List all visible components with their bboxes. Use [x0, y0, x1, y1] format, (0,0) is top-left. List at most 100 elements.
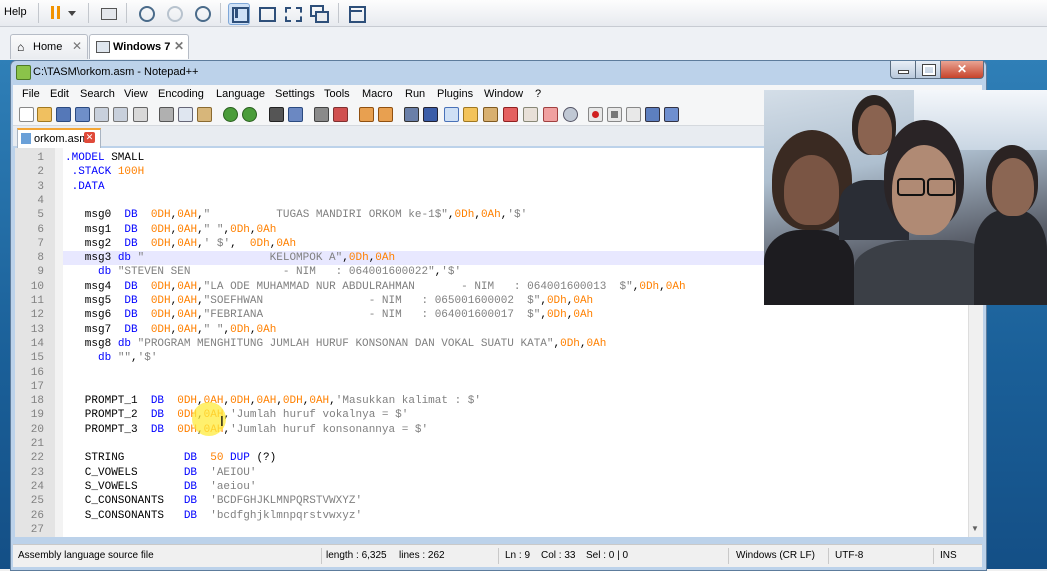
menu-help[interactable]: ? — [535, 88, 541, 100]
line-number: 7 — [37, 237, 44, 250]
undo-icon[interactable] — [223, 107, 238, 122]
folder-as-workspace-icon[interactable] — [523, 107, 538, 122]
line-number: 22 — [30, 452, 44, 465]
sync-horizontal-icon[interactable] — [378, 107, 393, 122]
snapshot-manager-icon[interactable] — [192, 3, 212, 23]
menu-edit[interactable]: Edit — [50, 88, 69, 100]
maximize-button[interactable] — [915, 61, 941, 79]
line-number: 12 — [30, 309, 44, 322]
menu-settings[interactable]: Settings — [275, 88, 315, 100]
monitoring-icon[interactable] — [563, 107, 578, 122]
tab-windows-7[interactable]: Windows 7 ✕ — [89, 34, 189, 59]
sync-vertical-icon[interactable] — [359, 107, 374, 122]
redo-icon[interactable] — [242, 107, 257, 122]
status-file-type: Assembly language source file — [18, 550, 154, 561]
menu-language[interactable]: Language — [216, 88, 265, 100]
maximize-icon — [922, 64, 936, 76]
menu-tools[interactable]: Tools — [324, 88, 350, 100]
document-map-icon[interactable] — [483, 107, 498, 122]
close-file-icon[interactable] — [94, 107, 109, 122]
toolbar-separator — [38, 3, 39, 23]
menu-file[interactable]: File — [22, 88, 40, 100]
document-tab[interactable]: orkom.asm ✕ — [17, 128, 101, 148]
save-macro-icon[interactable] — [664, 107, 679, 122]
save-all-icon[interactable] — [75, 107, 90, 122]
line-number: 8 — [37, 252, 44, 265]
zoom-out-icon[interactable] — [333, 107, 348, 122]
close-button[interactable]: ✕ — [940, 61, 984, 79]
find-icon[interactable] — [269, 107, 284, 122]
word-wrap-icon[interactable] — [404, 107, 419, 122]
open-file-icon[interactable] — [37, 107, 52, 122]
close-all-icon[interactable] — [113, 107, 128, 122]
menu-run[interactable]: Run — [405, 88, 425, 100]
line-number: 19 — [30, 409, 44, 422]
snapshot-icon[interactable] — [136, 3, 156, 23]
status-ln: Ln : 9 — [505, 550, 531, 561]
menu-window[interactable]: Window — [484, 88, 523, 100]
status-mode: INS — [940, 550, 957, 561]
scroll-down-icon[interactable]: ▼ — [971, 524, 979, 533]
pause-icon[interactable] — [46, 3, 66, 23]
playback-macro-icon[interactable] — [626, 107, 641, 122]
zoom-in-icon[interactable] — [314, 107, 329, 122]
line-number: 21 — [30, 438, 44, 450]
language-define-icon[interactable] — [463, 107, 478, 122]
status-sel: Sel : 0 | 0 — [586, 550, 629, 561]
close-icon: ✕ — [956, 62, 968, 76]
status-length: length : 6,325 — [326, 550, 387, 561]
chevron-down-icon[interactable] — [66, 3, 78, 23]
code-line: msg2 DB 0DH,0AH,' $', 0Dh,0Ah — [65, 237, 297, 250]
cut-icon[interactable] — [159, 107, 174, 122]
status-separator — [728, 548, 729, 564]
line-number: 16 — [30, 366, 44, 379]
close-icon[interactable]: ✕ — [174, 39, 184, 53]
revert-snapshot-icon[interactable] — [164, 3, 184, 23]
stop-recording-icon[interactable] — [607, 107, 622, 122]
code-line: .DATA — [71, 180, 105, 193]
function-list-icon[interactable] — [503, 107, 518, 122]
code-line: .MODEL SMALL — [65, 152, 145, 164]
show-all-characters-icon[interactable] — [423, 107, 438, 122]
person-face — [784, 155, 839, 225]
line-number: 2 — [37, 166, 44, 179]
vm-icon — [96, 41, 110, 53]
console-view-icon[interactable] — [256, 3, 276, 23]
menu-encoding[interactable]: Encoding — [158, 88, 204, 100]
copy-icon[interactable] — [178, 107, 193, 122]
minimize-button[interactable] — [890, 61, 916, 79]
status-separator — [828, 548, 829, 564]
help-menu[interactable]: Help — [4, 6, 27, 18]
unity-icon[interactable] — [308, 3, 329, 23]
menu-search[interactable]: Search — [80, 88, 115, 100]
library-view-icon[interactable] — [228, 3, 250, 25]
print-icon[interactable] — [133, 107, 148, 122]
doc-switcher-icon[interactable] — [543, 107, 558, 122]
code-line: msg1 DB 0DH,0AH," ",0Dh,0Ah — [65, 223, 277, 236]
replace-icon[interactable] — [288, 107, 303, 122]
fullscreen-icon[interactable] — [282, 3, 302, 23]
menu-macro[interactable]: Macro — [362, 88, 393, 100]
paste-icon[interactable] — [197, 107, 212, 122]
menu-plugins[interactable]: Plugins — [437, 88, 473, 100]
line-number: 18 — [30, 395, 44, 408]
line-number: 20 — [30, 423, 44, 436]
indent-guide-icon[interactable] — [444, 107, 459, 122]
new-file-icon[interactable] — [19, 107, 34, 122]
window-title-bar[interactable]: C:\TASM\orkom.asm - Notepad++ ✕ — [11, 61, 986, 83]
run-macro-multiple-icon[interactable] — [645, 107, 660, 122]
host-toolbar: Help — [0, 0, 1047, 27]
tabs-view-icon[interactable] — [346, 3, 366, 23]
save-icon[interactable] — [56, 107, 71, 122]
close-icon[interactable]: ✕ — [84, 132, 95, 143]
tab-home[interactable]: ⌂ Home ✕ — [10, 34, 88, 59]
host-tab-bar: ⌂ Home ✕ Windows 7 ✕ — [0, 27, 1047, 60]
line-number: 4 — [37, 194, 44, 207]
toolbar-separator — [338, 3, 339, 23]
line-number: 5 — [37, 209, 44, 222]
line-number: 27 — [30, 523, 44, 536]
record-macro-icon[interactable] — [588, 107, 603, 122]
close-icon[interactable]: ✕ — [72, 39, 82, 53]
send-keys-icon[interactable] — [98, 3, 118, 23]
menu-view[interactable]: View — [124, 88, 148, 100]
